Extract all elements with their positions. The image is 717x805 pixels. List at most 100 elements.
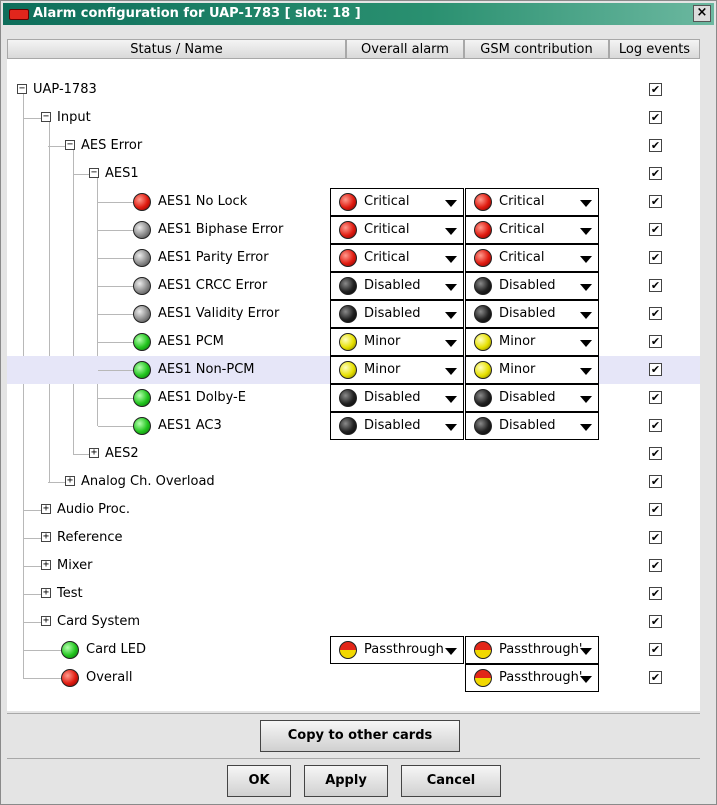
tree-node-label[interactable]: AES1 Dolby-E <box>158 390 246 406</box>
expand-toggle[interactable]: + <box>65 476 75 486</box>
tree-node-label[interactable]: AES1 Parity Error <box>158 250 269 266</box>
overall-alarm-dropdown[interactable]: Minor <box>330 356 464 384</box>
tree-node-label[interactable]: AES Error <box>81 138 142 154</box>
gsm-contribution-dropdown[interactable]: Disabled <box>465 412 599 440</box>
apply-button[interactable]: Apply <box>304 765 388 797</box>
log-events-checkbox[interactable]: ✔ <box>649 223 662 236</box>
gsm-contribution-dropdown[interactable]: Disabled <box>465 300 599 328</box>
tree-node-label[interactable]: AES1 AC3 <box>158 418 222 434</box>
log-events-checkbox[interactable]: ✔ <box>649 195 662 208</box>
overall-alarm-dropdown[interactable]: Critical <box>330 244 464 272</box>
expand-toggle[interactable]: + <box>41 560 51 570</box>
cancel-button[interactable]: Cancel <box>401 765 501 797</box>
tree-node-label[interactable]: AES1 No Lock <box>158 194 247 210</box>
expand-toggle[interactable]: + <box>41 588 51 598</box>
expand-toggle[interactable]: + <box>41 532 51 542</box>
gsm-contribution-dropdown[interactable]: Disabled <box>465 272 599 300</box>
column-header-overall-alarm[interactable]: Overall alarm <box>346 39 464 59</box>
dropdown-arrow-icon[interactable] <box>580 200 592 207</box>
tree-node-label[interactable]: Card System <box>57 614 140 630</box>
tree-node-label[interactable]: Test <box>57 586 83 602</box>
log-events-checkbox[interactable]: ✔ <box>649 167 662 180</box>
tree-node-label[interactable]: AES1 Non-PCM <box>158 362 255 378</box>
tree-node-label[interactable]: AES1 PCM <box>158 334 224 350</box>
dropdown-arrow-icon[interactable] <box>580 256 592 263</box>
log-events-checkbox[interactable]: ✔ <box>649 83 662 96</box>
expand-toggle[interactable]: + <box>41 504 51 514</box>
close-button[interactable]: × <box>693 5 711 22</box>
expand-toggle[interactable]: + <box>89 448 99 458</box>
log-events-checkbox[interactable]: ✔ <box>649 335 662 348</box>
log-events-checkbox[interactable]: ✔ <box>649 559 662 572</box>
log-events-checkbox[interactable]: ✔ <box>649 531 662 544</box>
dropdown-arrow-icon[interactable] <box>445 200 457 207</box>
collapse-toggle[interactable]: − <box>41 112 51 122</box>
log-events-checkbox[interactable]: ✔ <box>649 447 662 460</box>
tree-node-label[interactable]: AES1 CRCC Error <box>158 278 267 294</box>
gsm-contribution-dropdown[interactable]: Passthrough' <box>465 664 599 692</box>
dropdown-arrow-icon[interactable] <box>580 676 592 683</box>
tree-node-label[interactable]: AES1 Validity Error <box>158 306 279 322</box>
overall-alarm-dropdown[interactable]: Disabled <box>330 412 464 440</box>
dropdown-arrow-icon[interactable] <box>580 284 592 291</box>
dropdown-arrow-icon[interactable] <box>445 396 457 403</box>
log-events-checkbox[interactable]: ✔ <box>649 503 662 516</box>
dropdown-arrow-icon[interactable] <box>445 228 457 235</box>
collapse-toggle[interactable]: − <box>65 140 75 150</box>
column-header-status-name[interactable]: Status / Name <box>7 39 346 59</box>
gsm-contribution-dropdown[interactable]: Critical <box>465 244 599 272</box>
dropdown-arrow-icon[interactable] <box>445 648 457 655</box>
gsm-contribution-dropdown[interactable]: Passthrough' <box>465 636 599 664</box>
overall-alarm-dropdown[interactable]: Disabled <box>330 384 464 412</box>
overall-alarm-dropdown[interactable]: Disabled <box>330 300 464 328</box>
dropdown-arrow-icon[interactable] <box>580 228 592 235</box>
log-events-checkbox[interactable]: ✔ <box>649 363 662 376</box>
expand-toggle[interactable]: + <box>41 616 51 626</box>
tree-node-label[interactable]: UAP-1783 <box>33 82 97 98</box>
title-bar[interactable]: Alarm configuration for UAP-1783 [ slot:… <box>3 3 714 25</box>
gsm-contribution-dropdown[interactable]: Minor <box>465 328 599 356</box>
tree-node-label[interactable]: Audio Proc. <box>57 502 130 518</box>
log-events-checkbox[interactable]: ✔ <box>649 251 662 264</box>
log-events-checkbox[interactable]: ✔ <box>649 587 662 600</box>
column-header-log-events[interactable]: Log events <box>609 39 700 59</box>
log-events-checkbox[interactable]: ✔ <box>649 671 662 684</box>
gsm-contribution-dropdown[interactable]: Critical <box>465 188 599 216</box>
ok-button[interactable]: OK <box>227 765 291 797</box>
collapse-toggle[interactable]: − <box>17 84 27 94</box>
tree-node-label[interactable]: Card LED <box>86 642 146 658</box>
tree-node-label[interactable]: AES1 Biphase Error <box>158 222 283 238</box>
tree-node-label[interactable]: AES2 <box>105 446 139 462</box>
overall-alarm-dropdown[interactable]: Critical <box>330 188 464 216</box>
overall-alarm-dropdown[interactable]: Disabled <box>330 272 464 300</box>
log-events-checkbox[interactable]: ✔ <box>649 111 662 124</box>
dropdown-arrow-icon[interactable] <box>445 368 457 375</box>
log-events-checkbox[interactable]: ✔ <box>649 475 662 488</box>
dropdown-arrow-icon[interactable] <box>445 312 457 319</box>
log-events-checkbox[interactable]: ✔ <box>649 615 662 628</box>
gsm-contribution-dropdown[interactable]: Minor <box>465 356 599 384</box>
gsm-contribution-dropdown[interactable]: Critical <box>465 216 599 244</box>
overall-alarm-dropdown[interactable]: Passthrough <box>330 636 464 664</box>
log-events-checkbox[interactable]: ✔ <box>649 391 662 404</box>
dropdown-arrow-icon[interactable] <box>580 424 592 431</box>
tree-node-label[interactable]: AES1 <box>105 166 139 182</box>
dropdown-arrow-icon[interactable] <box>580 340 592 347</box>
dropdown-arrow-icon[interactable] <box>445 424 457 431</box>
dropdown-arrow-icon[interactable] <box>445 284 457 291</box>
log-events-checkbox[interactable]: ✔ <box>649 139 662 152</box>
tree-node-label[interactable]: Input <box>57 110 91 126</box>
copy-to-other-cards-button[interactable]: Copy to other cards <box>260 720 460 752</box>
tree-node-label[interactable]: Analog Ch. Overload <box>81 474 215 490</box>
dropdown-arrow-icon[interactable] <box>580 368 592 375</box>
collapse-toggle[interactable]: − <box>89 168 99 178</box>
log-events-checkbox[interactable]: ✔ <box>649 307 662 320</box>
gsm-contribution-dropdown[interactable]: Disabled <box>465 384 599 412</box>
dropdown-arrow-icon[interactable] <box>580 312 592 319</box>
tree-node-label[interactable]: Reference <box>57 530 122 546</box>
log-events-checkbox[interactable]: ✔ <box>649 279 662 292</box>
dropdown-arrow-icon[interactable] <box>580 396 592 403</box>
dropdown-arrow-icon[interactable] <box>445 340 457 347</box>
tree-node-label[interactable]: Overall <box>86 670 132 686</box>
column-header-gsm-contribution[interactable]: GSM contribution <box>464 39 609 59</box>
